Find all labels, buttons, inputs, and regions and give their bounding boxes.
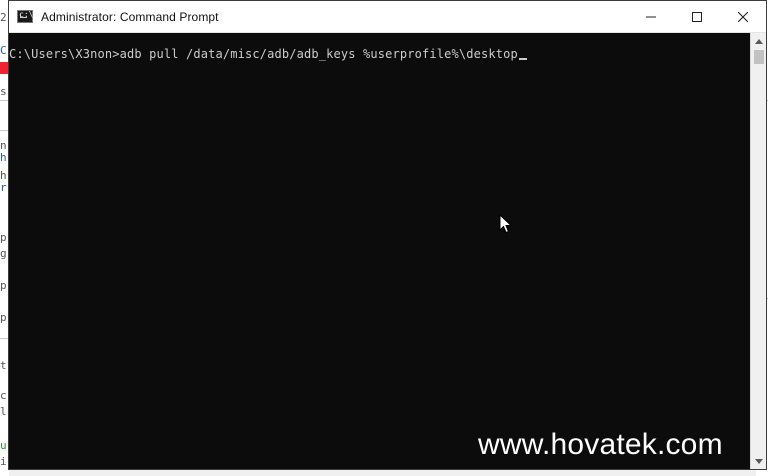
scroll-thumb[interactable] <box>754 50 764 64</box>
mouse-pointer-icon <box>499 214 513 234</box>
scroll-down-button[interactable] <box>751 453 767 469</box>
maximize-button[interactable] <box>674 1 720 32</box>
chevron-down-icon <box>755 458 763 464</box>
caption-buttons <box>628 1 766 32</box>
close-button[interactable] <box>720 1 766 32</box>
vertical-scrollbar[interactable] <box>750 33 766 469</box>
command-prompt-icon[interactable]: c:\ <box>17 10 33 23</box>
chevron-up-icon <box>755 38 763 44</box>
command-line[interactable]: C:\Users\X3non>adb pull /data/misc/adb/a… <box>9 46 750 62</box>
close-icon <box>738 11 748 22</box>
bg-text-fragment: l <box>0 405 7 418</box>
bg-text-fragment: p <box>0 311 7 324</box>
console-output[interactable]: C:\Users\X3non>adb pull /data/misc/adb/a… <box>9 33 750 469</box>
bg-text-fragment: g <box>0 247 7 260</box>
bg-text-fragment: s <box>0 85 7 98</box>
bg-text-fragment: i <box>0 455 7 468</box>
bg-red-marker <box>0 62 8 74</box>
command-prompt-window[interactable]: c:\ Administrator: Command Prompt C:\Use… <box>8 0 767 470</box>
bg-text-fragment: h <box>0 151 7 164</box>
text-cursor <box>518 58 527 60</box>
minimize-button[interactable] <box>628 1 674 32</box>
minimize-icon <box>646 16 656 17</box>
window-title: Administrator: Command Prompt <box>41 9 219 24</box>
maximize-icon <box>692 11 702 22</box>
bg-text-fragment: r <box>0 181 7 194</box>
scroll-up-button[interactable] <box>751 33 767 49</box>
bg-text-fragment: t <box>0 359 7 372</box>
title-bar[interactable]: c:\ Administrator: Command Prompt <box>9 1 766 33</box>
typed-command: adb pull /data/misc/adb/adb_keys %userpr… <box>119 47 518 61</box>
bg-text-fragment: c <box>0 389 7 402</box>
bg-text-fragment: p <box>0 279 7 292</box>
bg-text-fragment: u <box>0 439 7 452</box>
bg-text-fragment: p <box>0 231 7 244</box>
watermark-text: www.hovatek.com <box>478 428 723 461</box>
command-prompt-path: C:\Users\X3non> <box>9 47 120 61</box>
